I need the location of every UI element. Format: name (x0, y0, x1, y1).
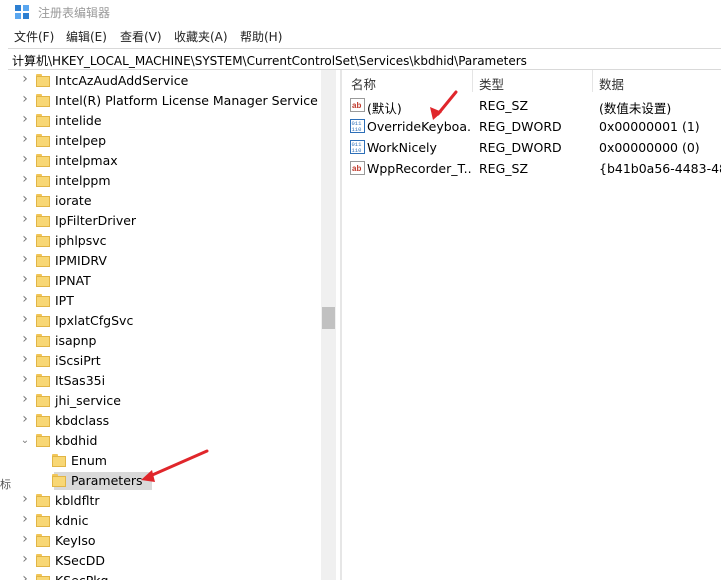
arrow-to-parameters-key (141, 449, 209, 482)
annotation-arrows (141, 90, 458, 482)
arrow-to-override-value (430, 90, 458, 120)
